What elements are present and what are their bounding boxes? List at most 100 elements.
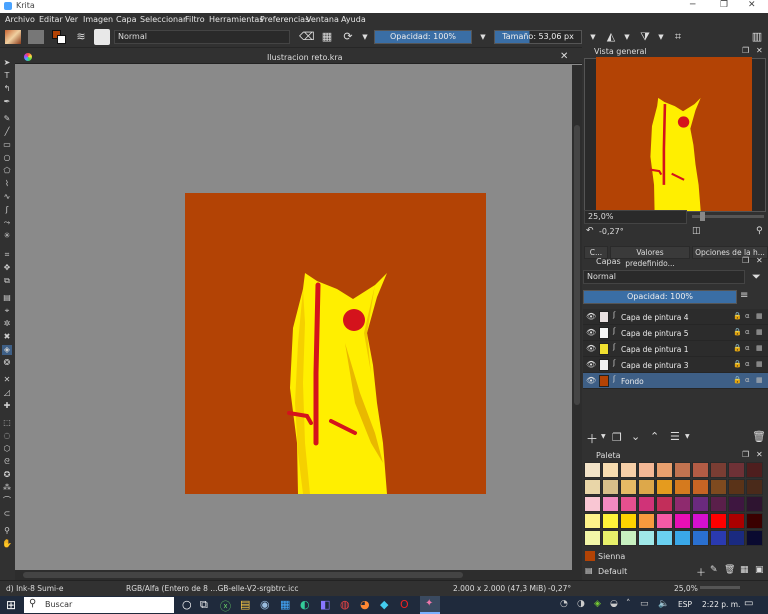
network-icon[interactable]: ▭ [640,599,649,609]
palette-swatch[interactable] [638,530,655,546]
palette-swatch[interactable] [674,462,691,478]
mirror-view-icon[interactable]: ◫ [692,226,701,236]
firefox-icon[interactable]: ◕ [360,598,370,611]
lock-icon[interactable]: 🔒 [733,360,742,368]
overview-thumbnail[interactable] [596,57,752,211]
visibility-eye-icon[interactable]: 👁 [586,344,596,353]
palette-swatch[interactable] [728,513,745,529]
wrap-around-icon[interactable]: ⌗ [671,29,685,45]
layers-menu-icon[interactable]: ≡ [740,290,748,301]
colorize-mask-icon[interactable]: ✲ [2,319,12,329]
palette-swatch[interactable] [584,513,601,529]
close-window-icon[interactable]: ✕ [748,0,756,10]
palette-swatch[interactable] [710,513,727,529]
palette-swatch[interactable] [746,513,763,529]
dock-panel-icon[interactable]: ▥ [750,29,764,45]
polyline-tool-icon[interactable]: ⌇ [2,179,12,189]
alpha-inherit-icon[interactable]: α [745,328,750,336]
palette-swatch[interactable] [674,479,691,495]
move-up-icon[interactable]: ⌃ [650,430,659,443]
brush-preset-icon[interactable] [94,29,110,45]
taskbar-search[interactable]: ⚲ Buscar [24,597,174,613]
chevron-up-icon[interactable]: ˄ [626,599,631,609]
nvidia-icon[interactable]: ◈ [594,599,601,609]
menu-seleccionar[interactable]: Seleccionar [140,15,186,24]
palette-swatch[interactable] [674,513,691,529]
zoom-tool-icon[interactable]: ⚲ [2,526,12,536]
polygon-tool-icon[interactable]: ⬠ [2,166,12,176]
palette-swatch[interactable] [746,530,763,546]
palette-swatch[interactable] [728,530,745,546]
alpha-inherit-icon[interactable]: α [745,312,750,320]
palette-swatch[interactable] [746,496,763,512]
palette-swatch[interactable] [656,496,673,512]
palette-float-icon[interactable]: ❐ [742,450,749,459]
palette-swatch[interactable] [710,462,727,478]
palette-swatch[interactable] [674,496,691,512]
lock-icon[interactable]: 🔒 [733,344,742,352]
menu-ver[interactable]: Ver [65,15,78,24]
steam-icon[interactable]: ◉ [260,598,270,611]
palette-swatch[interactable] [602,530,619,546]
edit-swatch-icon[interactable]: ✎ [710,565,718,575]
chevron-down-icon[interactable]: ▼ [478,29,488,45]
freehand-brush-icon[interactable]: ✎ [2,114,12,124]
palette-name[interactable]: Default [598,567,627,576]
fill-tool-icon[interactable]: ◈ [2,345,12,355]
task-view-icon[interactable]: ⧉ [200,598,208,612]
xbox-icon[interactable]: ⓧ [220,598,231,614]
layer-row[interactable]: 👁 ʃ Capa de pintura 1 🔒 α ▦ [583,341,768,357]
mirror-vertical-icon[interactable]: ⧩ [638,29,652,45]
palette-swatch[interactable] [638,462,655,478]
blend-mode-select[interactable]: Normal [114,30,290,44]
line-tool-icon[interactable]: ╱ [2,127,12,137]
palette-swatch[interactable] [692,479,709,495]
palette-swatch[interactable] [602,462,619,478]
palette-swatch[interactable] [620,479,637,495]
layer-row[interactable]: 👁 ʃ Fondo 🔒 α ▦ [583,373,768,389]
palette-swatch[interactable] [656,513,673,529]
layer-properties-icon[interactable]: ☰ [670,430,680,443]
palette-swatch[interactable] [584,496,601,512]
opera-icon[interactable]: O [400,598,409,611]
measure-tool-icon[interactable]: ◿ [2,388,12,398]
transform-tool-icon[interactable]: ⧉ [2,276,12,286]
document-tab[interactable]: Ilustracion reto.kra ✕ [15,50,582,64]
palette-swatch[interactable] [728,479,745,495]
palette-swatch[interactable] [602,479,619,495]
edge-icon[interactable]: ◐ [300,598,310,611]
alpha-lock-icon[interactable]: ▦ [756,376,763,384]
float-panel-icon[interactable]: ❐ [742,46,749,55]
rotation-value[interactable]: -0,27° [548,584,571,593]
palette-swatch[interactable] [692,496,709,512]
overview-zoom-select[interactable]: 25,0% [584,210,687,224]
palette-swatch[interactable] [692,530,709,546]
layer-blend-select[interactable]: Normal [583,270,745,284]
gradient-swatch[interactable] [5,30,21,44]
palette-swatch[interactable] [638,513,655,529]
similar-select-icon[interactable]: ⁂ [2,483,12,493]
assistant-tool-icon[interactable]: ✕ [2,375,12,385]
chevron-down-icon[interactable]: ▼ [622,29,632,45]
palette-swatch[interactable] [728,496,745,512]
overview-rotation[interactable]: -0,27° [599,227,624,236]
menu-capa[interactable]: Capa [116,15,136,24]
maximize-icon[interactable]: ❐ [720,0,728,10]
edit-shapes-icon[interactable]: ↰ [2,84,12,94]
tray-app-icon[interactable]: ◑ [577,599,585,609]
ellipse-tool-icon[interactable]: ○ [2,153,12,163]
alpha-lock-icon[interactable]: ▦ [756,312,763,320]
layer-opacity-slider[interactable]: Opacidad: 100% [583,290,737,304]
explorer-icon[interactable]: ▤ [240,598,250,611]
menu-herramientas[interactable]: Herramientas [209,15,264,24]
calligraphy-icon[interactable]: ✒ [2,97,12,107]
enclose-fill-icon[interactable]: ❂ [2,358,12,368]
size-slider[interactable]: Tamaño: 53,06 px [494,30,582,44]
chevron-down-icon[interactable]: ▼ [656,29,666,45]
layer-row[interactable]: 👁 ʃ Capa de pintura 3 🔒 α ▦ [583,357,768,373]
bezier-tool-icon[interactable]: ∿ [2,192,12,202]
menu-ayuda[interactable]: Ayuda [341,15,366,24]
app-icon[interactable]: ◆ [380,598,388,611]
drawing-canvas[interactable] [185,193,486,494]
layers-close-icon[interactable]: ✕ [756,256,763,265]
